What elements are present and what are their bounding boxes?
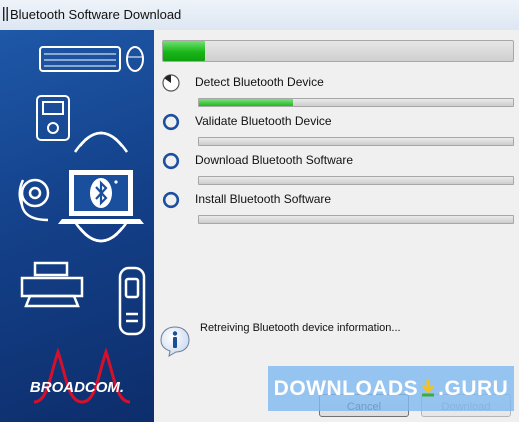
overall-progress-bar (162, 40, 514, 62)
wireless-signal-icon (73, 221, 129, 243)
step-progress-fill (199, 99, 294, 106)
status-area: Retreiving Bluetooth device information.… (154, 322, 519, 362)
step-download-software: Download Bluetooth Software (154, 150, 519, 190)
step-label: Detect Bluetooth Device (195, 75, 324, 89)
downloads-guru-watermark: DOWNLOADS .GURU (268, 366, 514, 411)
step-progress-bar (198, 176, 514, 185)
watermark-text-right: .GURU (438, 377, 509, 400)
status-message: Retreiving Bluetooth device information.… (200, 322, 401, 334)
mouse-cursor-icon (3, 7, 8, 21)
step-validate-device: Validate Bluetooth Device (154, 111, 519, 151)
step-label: Install Bluetooth Software (195, 192, 332, 206)
laptop-bluetooth-icon (58, 170, 144, 224)
step-pending-icon (162, 113, 180, 131)
step-install-software: Install Bluetooth Software (154, 189, 519, 229)
step-label: Validate Bluetooth Device (195, 114, 332, 128)
step-pending-icon (162, 191, 180, 209)
broadcom-logo: BROADCOM. (30, 347, 131, 404)
wireless-signal-icon (73, 131, 129, 153)
window-title: Bluetooth Software Download (10, 7, 182, 22)
mobile-phone-icon (118, 266, 146, 336)
step-pending-icon (162, 152, 180, 170)
keyboard-icon (39, 46, 144, 72)
title-bar: Bluetooth Software Download (0, 0, 519, 31)
step-detect-device: Detect Bluetooth Device (154, 72, 519, 112)
step-in-progress-icon (162, 74, 180, 92)
device-artwork-panel: BROADCOM. (0, 30, 154, 422)
step-progress-bar (198, 215, 514, 224)
overall-progress-fill (163, 41, 205, 61)
pda-icon (36, 95, 70, 141)
download-arrow-icon (422, 380, 435, 397)
printer-icon (20, 261, 84, 308)
broadcom-logo-text: BROADCOM. (30, 379, 124, 396)
info-icon (160, 326, 190, 357)
headset-icon (18, 178, 50, 222)
watermark-text-left: DOWNLOADS (273, 377, 419, 400)
step-progress-bar (198, 137, 514, 146)
progress-content: Detect Bluetooth Device Validate Bluetoo… (154, 30, 519, 422)
step-progress-bar (198, 98, 514, 107)
bluetooth-download-window: Bluetooth Software Download BROADCOM. De… (0, 0, 519, 422)
step-label: Download Bluetooth Software (195, 153, 354, 167)
